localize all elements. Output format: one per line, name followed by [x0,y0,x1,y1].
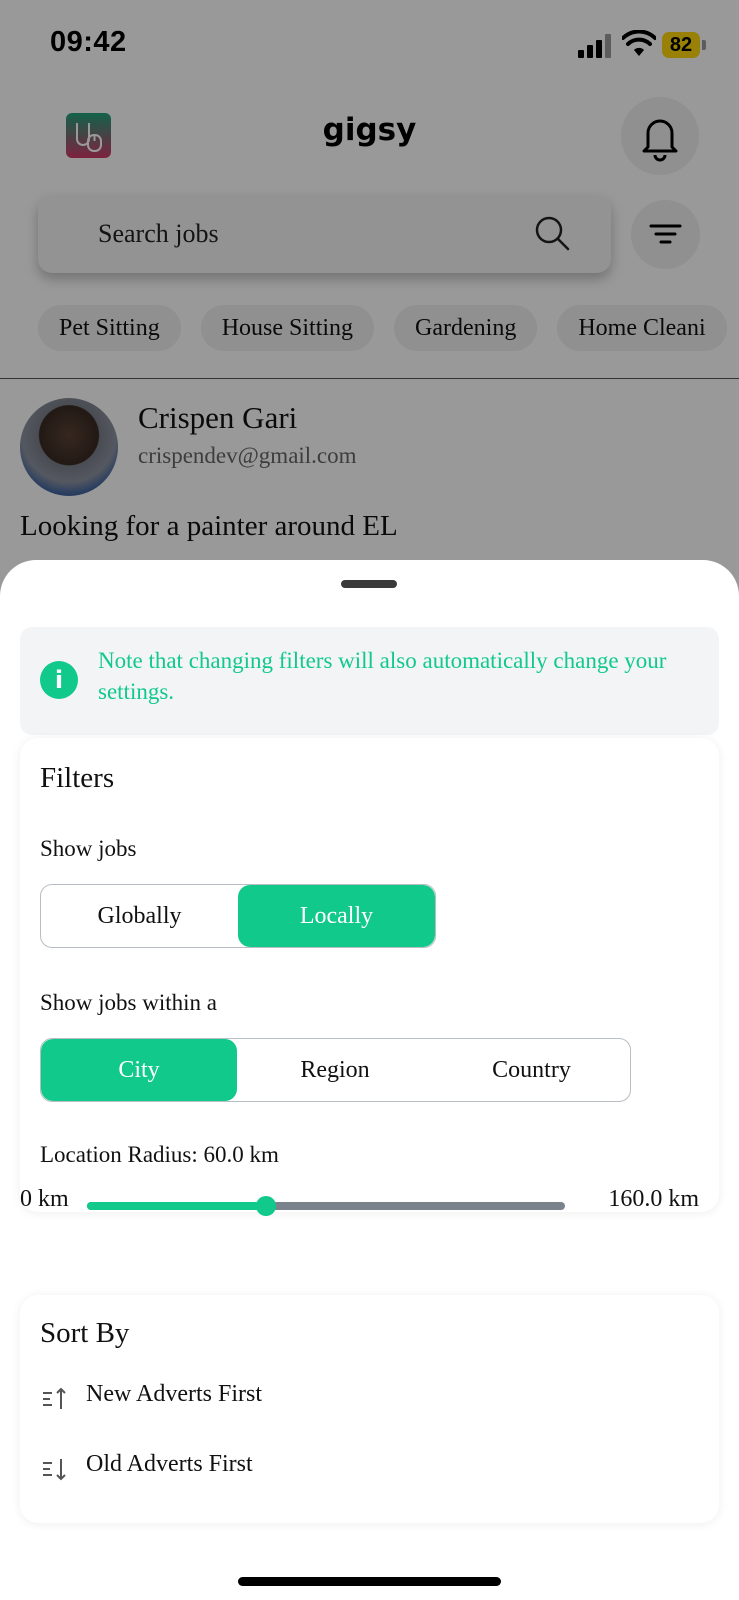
sheet-drag-handle[interactable] [341,580,397,588]
sort-descending-icon [43,1459,66,1481]
filters-title: Filters [40,762,115,794]
area-scope-toggle: City Region Country [40,1038,631,1102]
option-locally[interactable]: Locally [238,885,435,947]
show-jobs-label: Show jobs [40,836,137,861]
show-jobs-toggle: Globally Locally [40,884,436,948]
radius-slider[interactable] [87,1196,565,1216]
radius-slider-thumb[interactable] [256,1196,277,1216]
radius-max-label: 160.0 km [608,1186,699,1212]
home-indicator[interactable] [238,1577,501,1586]
sort-old-first-label: Old Adverts First [86,1451,253,1477]
option-country[interactable]: Country [433,1039,630,1101]
notice-text: Note that changing filters will also aut… [98,648,667,704]
settings-notice: i Note that changing filters will also a… [20,627,719,735]
option-city[interactable]: City [41,1039,237,1101]
option-globally[interactable]: Globally [41,885,238,947]
sort-new-first-label: New Adverts First [86,1381,262,1407]
radius-slider-fill [87,1202,267,1210]
sort-title: Sort By [40,1317,130,1349]
sort-ascending-icon [43,1387,66,1409]
sort-card: Sort By New Adverts First Old Adverts Fi… [20,1295,719,1523]
radius-label: Location Radius: 60.0 km [40,1142,279,1167]
within-label: Show jobs within a [40,990,217,1015]
option-region[interactable]: Region [237,1039,433,1101]
radius-slider-row: 0 km 160.0 km [20,1186,699,1226]
info-icon: i [40,661,78,699]
filter-bottom-sheet: i Note that changing filters will also a… [0,560,739,1600]
filters-card: Filters Show jobs Globally Locally Show … [20,738,719,1212]
radius-min-label: 0 km [20,1186,69,1212]
